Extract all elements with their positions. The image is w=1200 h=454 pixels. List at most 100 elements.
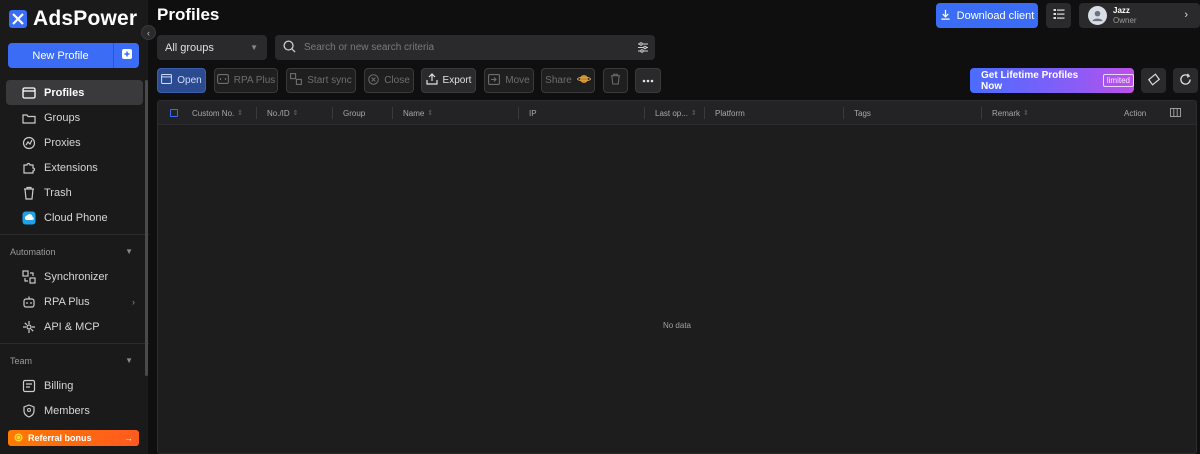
sidebar-item-profiles[interactable]: Profiles [6,80,143,105]
collapse-sidebar-button[interactable]: ‹ [141,25,156,40]
column-settings-button[interactable] [1170,101,1181,125]
filter-settings-icon[interactable] [631,42,655,53]
start-sync-label: Start sync [307,75,352,86]
download-client-label: Download client [956,9,1035,22]
column-divider[interactable] [332,107,333,119]
proxies-icon [22,136,36,150]
sidebar-item-label: Synchronizer [44,270,109,283]
column-divider[interactable] [518,107,519,119]
billing-icon [22,379,36,393]
download-client-button[interactable]: Download client [936,3,1038,28]
sort-icon: ⇕ [292,110,299,117]
open-button[interactable]: Open [157,68,206,93]
column-last-opened[interactable]: Last op... ⇕ [655,101,697,125]
referral-bonus-banner[interactable]: Referral bonus → [8,430,139,446]
column-divider[interactable] [392,107,393,119]
sidebar-item-label: Profiles [44,86,85,99]
column-label: Tags [854,108,871,118]
avatar [1088,6,1107,25]
sidebar-item-proxies[interactable]: Proxies [6,130,143,155]
sort-icon: ⇕ [237,110,244,117]
section-automation[interactable]: Automation ▼ [0,239,149,264]
task-list-button[interactable] [1046,3,1071,28]
sidebar-item-label: Cloud Phone [44,211,108,224]
sidebar-item-label: RPA Plus [44,295,90,308]
section-team[interactable]: Team ▼ [0,348,149,373]
column-label: Platform [715,108,745,118]
more-actions-button[interactable] [635,68,661,93]
column-divider[interactable] [704,107,705,119]
referral-label: Referral bonus [28,433,92,443]
chevron-down-icon: ▼ [250,43,258,52]
groups-icon [22,111,36,125]
column-name[interactable]: Name ⇕ [403,101,433,125]
brand-name: AdsPower [33,7,138,30]
chevron-down-icon: ▼ [125,247,133,256]
sidebar-item-extensions[interactable]: Extensions [6,155,143,180]
search-box [275,35,655,60]
section-label: Automation [10,246,56,257]
sort-icon: ⇕ [1023,110,1029,117]
sidebar-item-synchronizer[interactable]: Synchronizer [6,264,143,289]
sidebar-item-label: Proxies [44,136,81,149]
sidebar-divider [0,343,149,344]
profiles-table: Custom No. ⇕ No./ID ⇕ Group Name ⇕ IP Last … [157,100,1197,454]
tag-button[interactable] [1141,68,1166,93]
rpa-plus-button[interactable]: RPA Plus [214,68,278,93]
sidebar-item-label: Billing [44,379,74,392]
sidebar-item-cloud-phone[interactable]: Cloud Phone [6,205,143,230]
export-button[interactable]: Export [421,68,476,93]
new-profile-button[interactable]: New Profile [8,43,113,68]
refresh-button[interactable] [1173,68,1198,93]
search-input[interactable] [304,42,623,53]
promo-label: Get Lifetime Profiles Now [981,69,1079,92]
column-divider[interactable] [981,107,982,119]
puzzle-icon [22,161,36,175]
column-no-id[interactable]: No./ID ⇕ [267,101,299,125]
group-select[interactable]: All groups ▼ [157,35,267,60]
sidebar-item-rpa-plus[interactable]: RPA Plus › [6,289,143,314]
sidebar-item-label: Extensions [44,161,98,174]
sidebar-item-trash[interactable]: Trash [6,180,143,205]
column-platform[interactable]: Platform [715,101,745,125]
column-ip[interactable]: IP [529,101,537,125]
quick-add-button[interactable] [113,43,139,68]
adspower-logo-icon [9,10,27,28]
sidebar-item-api-mcp[interactable]: API & MCP [6,314,143,339]
profiles-icon [22,86,36,100]
user-account-card[interactable]: Jazz Owner › [1079,3,1200,28]
browser-window-icon [161,74,173,87]
refresh-icon [1179,73,1192,89]
sidebar-item-label: Members [44,404,90,417]
select-all-checkbox[interactable] [170,109,178,117]
trash-icon [22,186,36,200]
column-divider[interactable] [256,107,257,119]
sort-icon: ⇕ [427,110,434,117]
close-button[interactable]: Close [364,68,414,93]
start-sync-button[interactable]: Start sync [286,68,356,93]
cloud-phone-icon [22,211,36,225]
column-divider[interactable] [843,107,844,119]
delete-button[interactable] [603,68,628,93]
column-remark[interactable]: Remark ⇕ [992,101,1029,125]
chevron-right-icon: › [132,296,135,307]
sidebar-item-label: API & MCP [44,320,100,333]
move-button[interactable]: Move [484,68,534,93]
sidebar-scrollbar[interactable] [145,80,148,376]
sidebar-item-members[interactable]: Members [6,398,143,423]
trash-icon [610,73,621,88]
sidebar-item-groups[interactable]: Groups [6,105,143,130]
share-button[interactable]: Share [541,68,595,93]
brand[interactable]: AdsPower [9,7,137,31]
chevron-down-icon: ▼ [125,356,133,365]
column-custom-no[interactable]: Custom No. ⇕ [192,101,243,125]
column-divider[interactable] [644,107,645,119]
lifetime-profiles-promo[interactable]: Get Lifetime Profiles Now limited [970,68,1134,93]
column-group[interactable]: Group [343,101,365,125]
column-tags[interactable]: Tags [854,101,871,125]
sort-icon: ⇕ [690,110,697,117]
sidebar-item-billing[interactable]: Billing [6,373,143,398]
column-label: No./ID [267,108,290,118]
open-label: Open [177,75,202,86]
table-header: Custom No. ⇕ No./ID ⇕ Group Name ⇕ IP Last … [158,101,1196,125]
